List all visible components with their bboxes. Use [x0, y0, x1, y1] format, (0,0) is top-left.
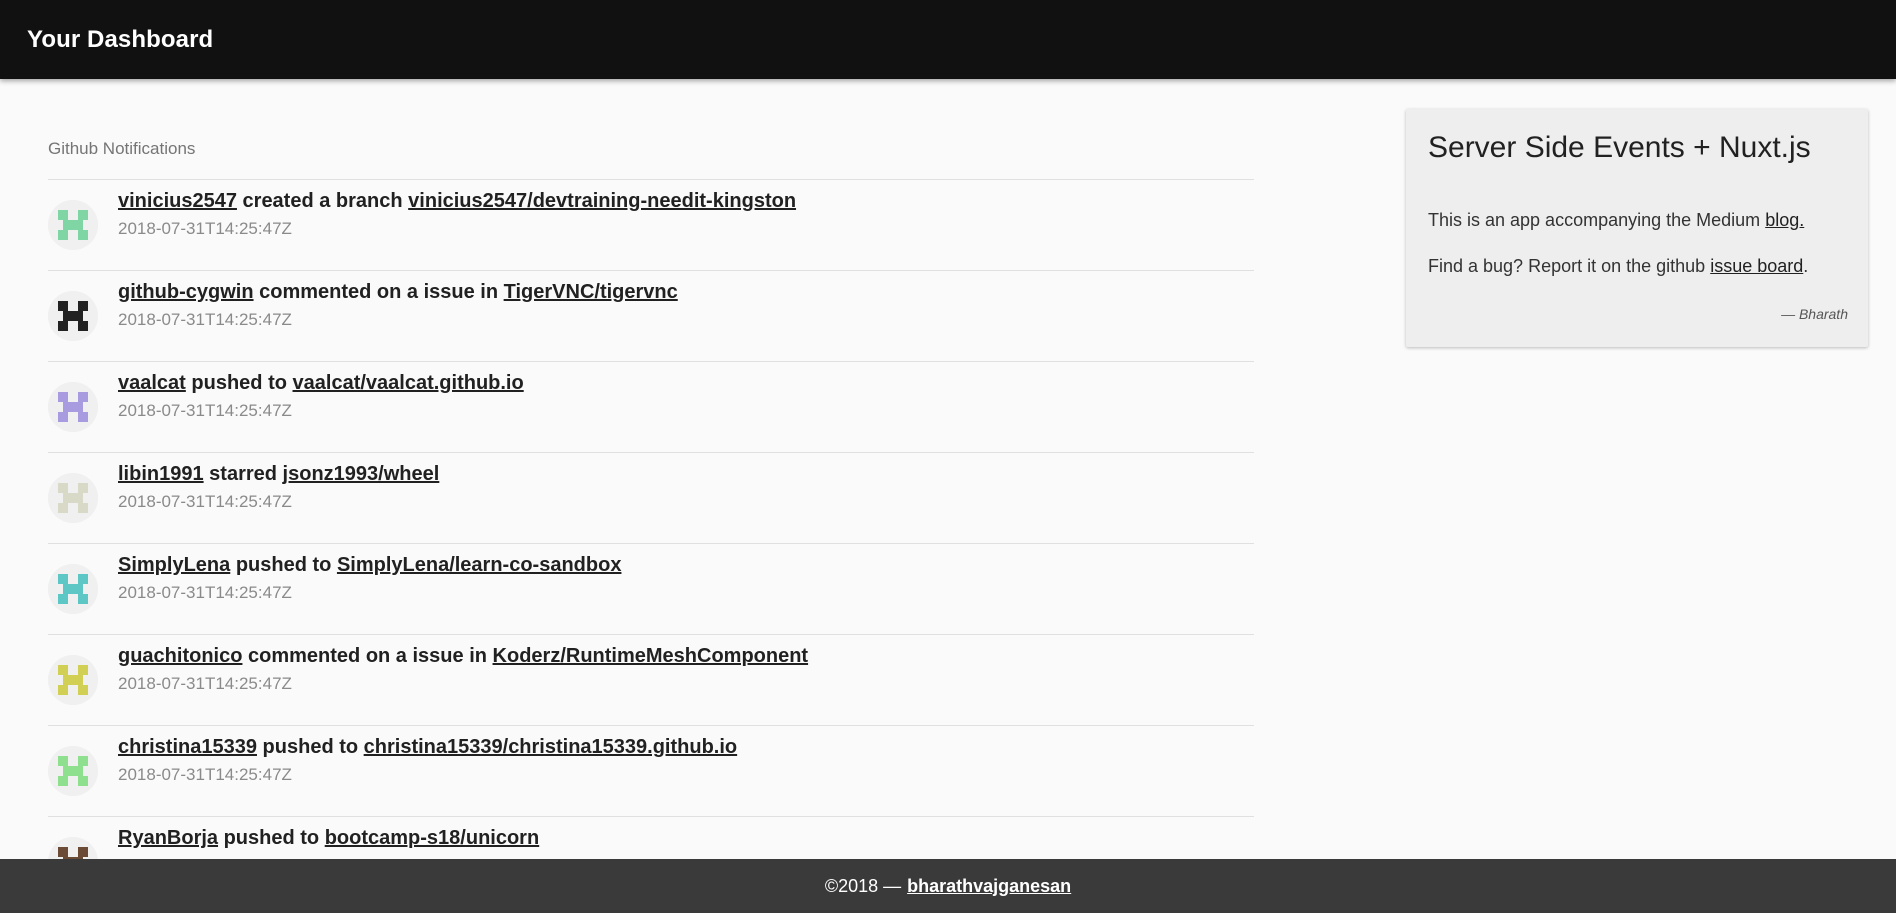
avatar[interactable] [48, 382, 98, 432]
blog-link[interactable]: blog. [1765, 210, 1804, 230]
repo-link[interactable]: bootcamp-s18/unicorn [325, 827, 539, 849]
identicon-icon [48, 837, 98, 859]
page-title: Your Dashboard [27, 25, 214, 53]
footer-author-link[interactable]: bharathvajganesan [907, 876, 1071, 897]
repo-link[interactable]: christina15339/christina15339.github.io [364, 736, 737, 758]
timestamp: 2018-07-31T14:25:47Z [118, 765, 292, 784]
identicon-icon [48, 382, 98, 432]
notification-item: libin1991 starred jsonz1993/wheel 2018-07… [48, 452, 1254, 543]
avatar[interactable] [48, 473, 98, 523]
avatar[interactable] [48, 291, 98, 341]
event-verb: commented on a issue in [248, 645, 487, 667]
notification-body: vinicius2547 created a branch vinicius25… [118, 190, 796, 239]
avatar[interactable] [48, 200, 98, 250]
user-link[interactable]: RyanBorja [118, 827, 218, 849]
event-verb: created a branch [242, 190, 403, 212]
notification-item: vaalcat pushed to vaalcat/vaalcat.github… [48, 361, 1254, 452]
repo-link[interactable]: vinicius2547/devtraining-needit-kingston [408, 190, 796, 212]
repo-link[interactable]: SimplyLena/learn-co-sandbox [337, 554, 622, 576]
avatar[interactable] [48, 655, 98, 705]
identicon-icon [48, 200, 98, 250]
avatar[interactable] [48, 746, 98, 796]
timestamp: 2018-07-31T14:25:47Z [118, 219, 292, 238]
footer-copyright: ©2018 — [824, 875, 902, 896]
notification-text: christina15339 pushed to christina15339/… [118, 736, 737, 759]
event-verb: pushed to [262, 736, 359, 758]
notification-body: vaalcat pushed to vaalcat/vaalcat.github… [118, 372, 524, 421]
timestamp: 2018-07-31T14:25:47Z [118, 492, 292, 511]
notification-text: guachitonico commented on a issue in Kod… [118, 645, 808, 668]
info-card: Server Side Events + Nuxt.js This is an … [1406, 109, 1868, 347]
identicon-icon [48, 746, 98, 796]
footer: ©2018 — bharathvajganesan [0, 859, 1896, 913]
identicon-icon [48, 473, 98, 523]
timestamp: 2018-07-31T14:25:47Z [118, 674, 292, 693]
card-signature: — Bharath [1781, 306, 1848, 322]
notification-text: github-cygwin commented on a issue in Ti… [118, 281, 678, 304]
notification-text: libin1991 starred jsonz1993/wheel [118, 463, 439, 486]
notification-text: RyanBorja pushed to bootcamp-s18/unicorn [118, 827, 539, 850]
identicon-icon [48, 564, 98, 614]
issue-board-link[interactable]: issue board [1710, 256, 1803, 276]
card-paragraph-medium: This is an app accompanying the Medium b… [1428, 210, 1804, 231]
notification-item: christina15339 pushed to christina15339/… [48, 725, 1254, 816]
user-link[interactable]: vaalcat [118, 372, 186, 394]
card-paragraph-bug-tail: . [1803, 256, 1809, 276]
notification-body: github-cygwin commented on a issue in Ti… [118, 281, 678, 330]
repo-link[interactable]: jsonz1993/wheel [283, 463, 440, 485]
repo-link[interactable]: vaalcat/vaalcat.github.io [293, 372, 524, 394]
top-app-bar: Your Dashboard [0, 0, 1896, 79]
event-verb: pushed to [235, 554, 332, 576]
event-verb: commented on a issue in [259, 281, 499, 303]
section-title: Github Notifications [48, 139, 196, 158]
notification-list: vinicius2547 created a branch vinicius25… [48, 179, 1254, 859]
event-verb: pushed to [223, 827, 320, 849]
identicon-icon [48, 655, 98, 705]
notification-item: SimplyLena pushed to SimplyLena/learn-co… [48, 543, 1254, 634]
notifications-panel: Github Notifications vinicius2547 create… [48, 79, 1254, 859]
user-link[interactable]: guachitonico [118, 645, 242, 667]
notification-text: vinicius2547 created a branch vinicius25… [118, 190, 796, 213]
notification-body: christina15339 pushed to christina15339/… [118, 736, 737, 785]
user-link[interactable]: github-cygwin [118, 281, 254, 303]
notification-item: github-cygwin commented on a issue in Ti… [48, 270, 1254, 361]
notification-text: SimplyLena pushed to SimplyLena/learn-co… [118, 554, 621, 577]
identicon-icon [48, 291, 98, 341]
event-verb: starred [209, 463, 277, 485]
notification-body: guachitonico commented on a issue in Kod… [118, 645, 808, 694]
timestamp: 2018-07-31T14:25:47Z [118, 401, 292, 420]
user-link[interactable]: libin1991 [118, 463, 204, 485]
card-paragraph-medium-text: This is an app accompanying the Medium [1428, 210, 1761, 230]
notification-item: guachitonico commented on a issue in Kod… [48, 634, 1254, 725]
user-link[interactable]: christina15339 [118, 736, 257, 758]
notification-body: libin1991 starred jsonz1993/wheel 2018-07… [118, 463, 439, 512]
notification-item: RyanBorja pushed to bootcamp-s18/unicorn [48, 816, 1254, 859]
repo-link[interactable]: TigerVNC/tigervnc [504, 281, 678, 303]
user-link[interactable]: SimplyLena [118, 554, 230, 576]
notification-body: RyanBorja pushed to bootcamp-s18/unicorn [118, 827, 539, 856]
avatar[interactable] [48, 564, 98, 614]
repo-link[interactable]: Koderz/RuntimeMeshComponent [493, 645, 809, 667]
avatar[interactable] [48, 837, 98, 859]
notification-text: vaalcat pushed to vaalcat/vaalcat.github… [118, 372, 524, 395]
notification-body: SimplyLena pushed to SimplyLena/learn-co… [118, 554, 621, 603]
timestamp: 2018-07-31T14:25:47Z [118, 310, 292, 329]
timestamp: 2018-07-31T14:25:47Z [118, 583, 292, 602]
card-paragraph-bug-text: Find a bug? Report it on the github [1428, 256, 1706, 276]
card-title: Server Side Events + Nuxt.js [1428, 131, 1811, 164]
user-link[interactable]: vinicius2547 [118, 190, 237, 212]
notification-item: vinicius2547 created a branch vinicius25… [48, 179, 1254, 270]
card-paragraph-bug: Find a bug? Report it on the github issu… [1428, 256, 1808, 277]
event-verb: pushed to [191, 372, 287, 394]
